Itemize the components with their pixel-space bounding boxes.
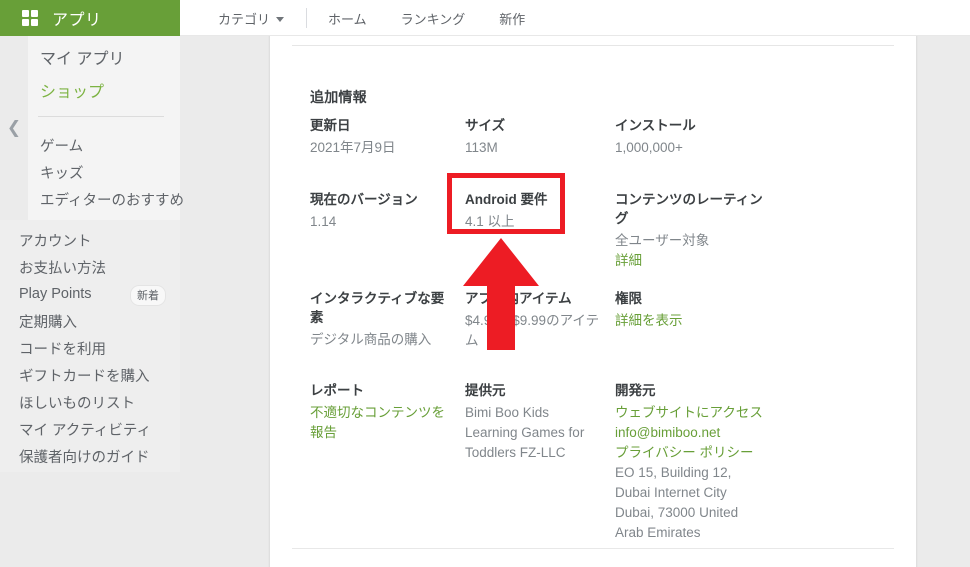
brand-header[interactable]: アプリ [0, 0, 180, 36]
developer-email-link[interactable]: info@bimiboo.net [615, 423, 763, 443]
sidebar-item-label: コードを利用 [19, 341, 106, 358]
info-label: Android 要件 [465, 192, 548, 207]
info-label: サイズ [465, 118, 506, 133]
info-label: コンテンツのレーティング [615, 192, 763, 226]
sidebar-item-label: エディターのおすすめ [40, 192, 184, 209]
content-rating-details-link[interactable]: 詳細 [615, 251, 763, 271]
sidebar-item-label: 保護者向けのガイド [19, 449, 150, 466]
nav-category-dropdown[interactable]: カテゴリ [180, 9, 302, 28]
top-navigation: カテゴリ ホーム ランキング 新作 [180, 0, 542, 36]
info-value: Bimi Boo Kids Learning Games for Toddler… [465, 405, 585, 460]
info-cell-report: レポート 不適切なコンテンツを報告 [310, 381, 465, 543]
content-top-divider [292, 45, 894, 46]
nav-category-label: カテゴリ [218, 11, 271, 27]
nav-link-new[interactable]: 新作 [482, 9, 542, 28]
sidebar-item-parent-guide[interactable]: 保護者向けのガイド [19, 443, 150, 469]
sidebar-item-label: Play Points [19, 286, 92, 302]
sidebar-item-label: キッズ [40, 165, 84, 182]
info-label: 更新日 [310, 118, 351, 133]
info-cell-content-rating: コンテンツのレーティング 全ユーザー対象 詳細 [615, 190, 775, 271]
privacy-policy-link[interactable]: プライバシー ポリシー [615, 443, 763, 463]
info-value: デジタル商品の購入 [310, 332, 432, 347]
sidebar-item-editors-choice[interactable]: エディターのおすすめ [40, 186, 184, 212]
info-cell-in-app-products: アプリ内アイテム $4.99～$9.99のアイテム [465, 289, 615, 351]
sidebar-item-label: ゲーム [40, 138, 84, 155]
sidebar-item-payment-methods[interactable]: お支払い方法 [19, 254, 106, 280]
content-bottom-divider [292, 548, 894, 549]
sidebar-item-buy-gift-card[interactable]: ギフトカードを購入 [19, 362, 150, 388]
info-cell-installs: インストール 1,000,000+ [615, 116, 775, 158]
info-value: 2021年7月9日 [310, 140, 396, 155]
grid-apps-icon [22, 10, 38, 26]
info-value: 113M [465, 140, 498, 155]
sidebar-item-label: ショップ [40, 84, 105, 101]
info-cell-offered-by: 提供元 Bimi Boo Kids Learning Games for Tod… [465, 381, 615, 543]
sidebar-item-account[interactable]: アカウント [19, 227, 92, 253]
info-cell-interactive-elements: インタラクティブな要素 デジタル商品の購入 [310, 289, 465, 351]
sidebar-item-kids[interactable]: キッズ [40, 159, 84, 185]
developer-website-link[interactable]: ウェブサイトにアクセス [615, 403, 763, 423]
status-badge-new: 新着 [130, 285, 166, 306]
sidebar-separator [38, 116, 164, 117]
sidebar-item-play-points[interactable]: Play Points [19, 281, 92, 307]
additional-info-grid: 更新日 2021年7月9日 サイズ 113M インストール 1,000,000+… [310, 116, 900, 543]
info-row: レポート 不適切なコンテンツを報告 提供元 Bimi Boo Kids Lear… [310, 381, 900, 543]
report-inappropriate-link[interactable]: 不適切なコンテンツを報告 [310, 403, 453, 443]
nav-link-home[interactable]: ホーム [311, 9, 384, 28]
brand-title: アプリ [52, 12, 102, 29]
info-cell-updated: 更新日 2021年7月9日 [310, 116, 465, 158]
sidebar-item-label: 定期購入 [19, 314, 77, 331]
info-row: インタラクティブな要素 デジタル商品の購入 アプリ内アイテム $4.99～$9.… [310, 289, 900, 351]
top-bar: アプリ カテゴリ ホーム ランキング 新作 [0, 0, 970, 36]
info-cell-version: 現在のバージョン 1.14 [310, 190, 465, 271]
chevron-down-icon [276, 16, 285, 22]
info-cell-size: サイズ 113M [465, 116, 615, 158]
sidebar-item-label: ギフトカードを購入 [19, 368, 150, 385]
nav-divider [306, 8, 308, 28]
sidebar-item-my-activity[interactable]: マイ アクティビティ [19, 416, 151, 442]
sidebar-item-redeem-code[interactable]: コードを利用 [19, 335, 106, 361]
sidebar-item-label: マイ アプリ [40, 51, 125, 68]
info-row: 更新日 2021年7月9日 サイズ 113M インストール 1,000,000+ [310, 116, 900, 158]
info-value: $4.99～$9.99のアイテム [465, 313, 600, 348]
sidebar-item-my-apps[interactable]: マイ アプリ [40, 44, 124, 70]
info-row: 現在のバージョン 1.14 Android 要件 4.1 以上 コンテンツのレー… [310, 190, 900, 271]
info-value: 全ユーザー対象 [615, 233, 710, 248]
sidebar-item-shop[interactable]: ショップ [40, 77, 104, 103]
chevron-left-icon[interactable]: ❮ [5, 118, 23, 136]
info-value: 4.1 以上 [465, 214, 515, 229]
info-label: 権限 [615, 291, 642, 306]
top-bar-underline [180, 35, 970, 36]
info-label: インタラクティブな要素 [310, 291, 445, 325]
info-label: 開発元 [615, 383, 656, 398]
info-value: 1,000,000+ [615, 140, 683, 155]
nav-link-ranking[interactable]: ランキング [384, 9, 483, 28]
card-right-shadow [916, 36, 918, 567]
info-label: アプリ内アイテム [465, 291, 572, 306]
info-value: 1.14 [310, 214, 337, 229]
info-label: インストール [615, 118, 696, 133]
sidebar-item-label: アカウント [19, 233, 92, 250]
sidebar-item-games[interactable]: ゲーム [40, 132, 83, 158]
sidebar-item-label: お支払い方法 [19, 260, 106, 277]
sidebar-item-label: マイ アクティビティ [19, 422, 152, 439]
info-cell-android-requirement: Android 要件 4.1 以上 [465, 190, 615, 271]
app-root: アプリ カテゴリ ホーム ランキング 新作 ❮ マイ アプリ ショップ ゲーム … [0, 0, 970, 567]
developer-address: EO 15, Building 12, Dubai Internet City … [615, 465, 739, 540]
sidebar-item-label: ほしいものリスト [19, 395, 135, 412]
info-cell-permissions: 権限 詳細を表示 [615, 289, 775, 351]
sidebar-item-wishlist[interactable]: ほしいものリスト [19, 389, 135, 415]
info-cell-developer: 開発元 ウェブサイトにアクセス info@bimiboo.net プライバシー … [615, 381, 775, 543]
info-label: 提供元 [465, 383, 506, 398]
info-label: レポート [310, 383, 364, 398]
permissions-details-link[interactable]: 詳細を表示 [615, 311, 763, 331]
sidebar-item-subscriptions[interactable]: 定期購入 [19, 308, 77, 334]
page-title: 追加情報 [310, 89, 367, 105]
info-label: 現在のバージョン [310, 192, 418, 207]
